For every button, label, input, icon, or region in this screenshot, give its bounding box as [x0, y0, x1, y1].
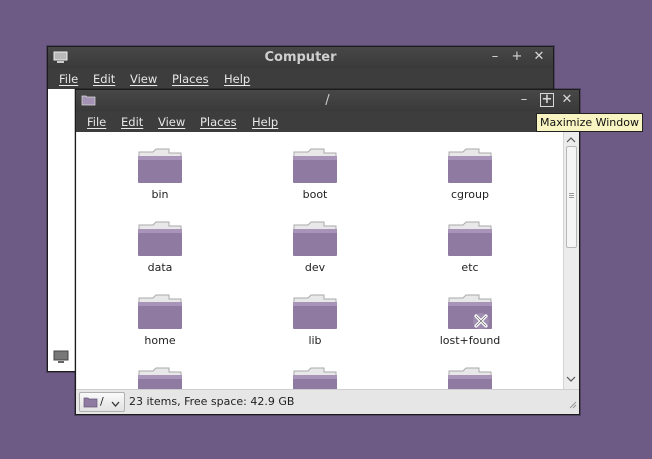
folder-label: data — [147, 261, 173, 274]
folder-label: cgroup — [451, 188, 489, 201]
computer-titlebar[interactable]: Computer – + ✕ — [48, 47, 553, 68]
folder-icon — [448, 367, 492, 389]
chevron-down-icon — [111, 398, 120, 411]
root-menu-edit[interactable]: Edit — [121, 115, 143, 129]
folder-item-cgroup[interactable]: cgroup — [415, 146, 525, 201]
computer-menu-edit[interactable]: Edit — [93, 72, 115, 86]
scrollbar-thumb[interactable] — [566, 146, 577, 248]
computer-content-area — [48, 89, 77, 371]
maximize-tooltip: Maximize Window — [536, 113, 643, 132]
computer-menu-help[interactable]: Help — [224, 72, 250, 86]
folder-icon — [293, 221, 337, 256]
computer-minimize-button[interactable]: – — [488, 50, 502, 64]
computer-menu-view[interactable]: View — [130, 72, 157, 86]
folder-label: home — [144, 334, 176, 347]
folder-item-etc[interactable]: etc — [415, 219, 525, 274]
folder-label: lib — [308, 334, 322, 347]
root-close-button[interactable]: ✕ — [560, 93, 574, 107]
root-titlebar[interactable]: / – + ✕ — [76, 90, 579, 111]
unreadable-x-icon — [473, 313, 489, 329]
folder-item-partial[interactable] — [260, 365, 370, 389]
root-menu-file[interactable]: File — [87, 115, 106, 129]
folder-icon — [83, 396, 98, 411]
folder-icon — [138, 221, 182, 256]
root-maximize-button[interactable]: + — [540, 93, 554, 107]
file-icon-view[interactable]: bin boot cgroup data dev etc home lib lo… — [77, 132, 563, 389]
folder-icon — [448, 148, 492, 183]
status-bar: / 23 items, Free space: 42.9 GB — [76, 389, 579, 414]
computer-status-icon — [53, 350, 69, 367]
vertical-scrollbar[interactable] — [563, 132, 578, 389]
root-menubar: File Edit View Places Help — [76, 111, 579, 132]
folder-label: bin — [151, 188, 169, 201]
root-menu-places[interactable]: Places — [200, 115, 237, 129]
root-menu-view[interactable]: View — [158, 115, 185, 129]
computer-window-title: Computer — [264, 50, 337, 65]
folder-icon — [138, 148, 182, 183]
folder-item-partial[interactable] — [415, 365, 525, 389]
folder-icon — [293, 148, 337, 183]
folder-item-lib[interactable]: lib — [260, 292, 370, 347]
computer-menubar: File Edit View Places Help — [48, 68, 553, 89]
folder-label: dev — [304, 261, 326, 274]
root-folder-window[interactable]: / – + ✕ File Edit View Places Help bin b… — [75, 89, 580, 415]
folder-item-partial[interactable] — [105, 365, 215, 389]
folder-icon — [293, 294, 337, 329]
folder-icon — [448, 294, 492, 329]
location-label: / — [100, 395, 104, 408]
folder-label: etc — [461, 261, 479, 274]
folder-icon — [293, 367, 337, 389]
folder-icon — [138, 294, 182, 329]
folder-item-data[interactable]: data — [105, 219, 215, 274]
scroll-down-arrow-icon[interactable] — [566, 373, 576, 386]
root-minimize-button[interactable]: – — [517, 93, 531, 107]
location-dropdown[interactable]: / — [79, 392, 125, 412]
computer-menu-file[interactable]: File — [59, 72, 78, 86]
folder-item-home[interactable]: home — [105, 292, 215, 347]
folder-item-boot[interactable]: boot — [260, 146, 370, 201]
root-menu-help[interactable]: Help — [252, 115, 278, 129]
computer-menu-places[interactable]: Places — [172, 72, 209, 86]
folder-item-lost-found[interactable]: lost+found — [415, 292, 525, 347]
folder-label: boot — [302, 188, 328, 201]
computer-maximize-button[interactable]: + — [510, 50, 524, 64]
computer-close-button[interactable]: ✕ — [532, 50, 546, 64]
root-window-title: / — [325, 93, 330, 108]
folder-item-dev[interactable]: dev — [260, 219, 370, 274]
status-summary: 23 items, Free space: 42.9 GB — [129, 395, 295, 408]
folder-label: lost+found — [439, 334, 501, 347]
folder-icon — [138, 367, 182, 389]
folder-item-bin[interactable]: bin — [105, 146, 215, 201]
resize-grip-icon[interactable] — [567, 399, 577, 412]
folder-icon — [448, 221, 492, 256]
